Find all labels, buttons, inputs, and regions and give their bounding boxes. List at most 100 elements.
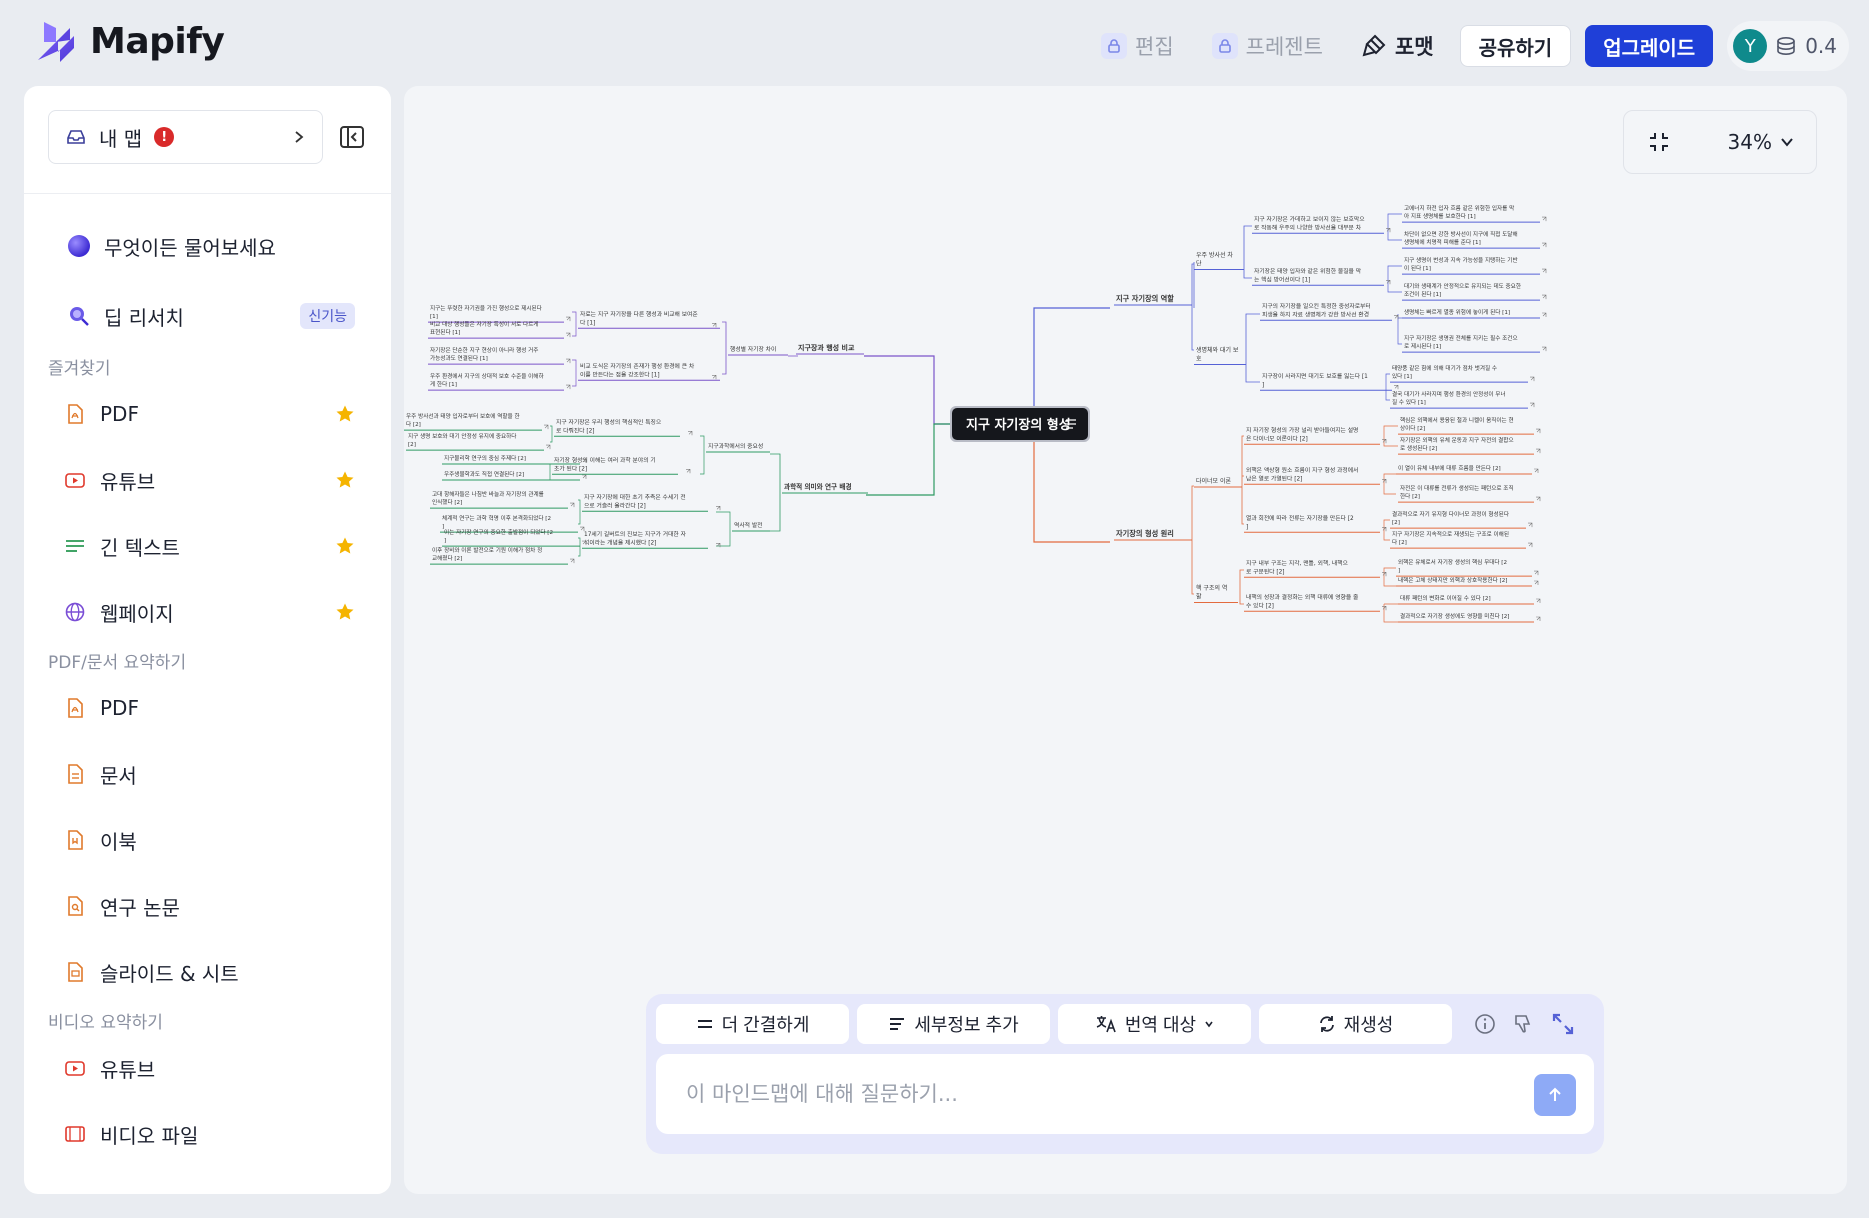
doc-item-pdf[interactable]: PDF <box>24 675 391 741</box>
detail-principles[interactable]: 지 자기장 형성의 가장 널리 받아들여지는 설명은 다이너모 이론이다 [2] <box>1244 426 1380 445</box>
detail-science[interactable]: 지구 자기장은 우리 행성의 핵심적인 특징으로 다뤄진다 [2] <box>554 418 680 437</box>
add-details-button[interactable]: 세부정보 추가 <box>857 1004 1050 1044</box>
leaf-science[interactable]: 이는 자기장 연구의 중요한 출발점이 되었다 [2] <box>442 528 580 547</box>
leaf-principles[interactable]: 핵심은 외핵에서 용융된 철과 니켈이 움직이는 현상이다 [2] <box>1398 416 1534 435</box>
leaf-comparison[interactable]: 지구는 뚜렷한 자기권을 가진 행성으로 제시된다 [1] <box>428 304 564 323</box>
detail-principles[interactable]: 내핵의 성장과 결정화는 외핵 대류에 영향을 줄 수 있다 [2] <box>1244 593 1380 612</box>
external-link-icon[interactable] <box>1528 522 1533 528</box>
external-link-icon[interactable] <box>1534 570 1539 576</box>
detail-roles[interactable]: 지구의 자기장을 일으킨 특정한 중성자로부터 피생을 하지 자료 생명체가 강… <box>1260 302 1392 321</box>
leaf-roles[interactable]: 지구 생명이 번성과 지속 가능성을 지탱하는 기반이 된다 [1] <box>1402 256 1540 275</box>
leaf-principles[interactable]: 결과적으로 자기장 생성에도 영향을 미친다 [2] <box>1398 612 1534 623</box>
leaf-science[interactable]: 고대 항해자들은 나침반 바늘과 자기장의 관계를 인식했다 [2] <box>430 490 568 509</box>
leaf-roles[interactable]: 고에너지 하전 입자 흐름 같은 위험한 입자를 막아 지표 생명체를 보호한다… <box>1402 204 1540 223</box>
account-menu[interactable]: Y 0.4 <box>1727 21 1849 71</box>
external-link-icon[interactable] <box>566 384 571 390</box>
leaf-roles[interactable]: 차단이 없으면 강한 방사선이 지구에 직접 도달해 생명체에 치명적 피해를 … <box>1402 230 1540 249</box>
leaf-roles[interactable]: 결국 대기가 사라지며 행성 환경의 안정성이 무너질 수 있다 [1] <box>1390 390 1528 409</box>
external-link-icon[interactable] <box>686 469 691 474</box>
branch-roles[interactable]: 지구 자기장의 역할 <box>1114 294 1192 306</box>
doc-item-slides-sheets[interactable]: 슬라이드 & 시트 <box>24 939 391 1005</box>
external-link-icon[interactable] <box>1534 580 1539 585</box>
leaf-principles[interactable]: 내핵은 고체 상태지만 외핵과 상호작용한다 [2] <box>1396 576 1532 587</box>
favorite-item-webpage[interactable]: 웹페이지 <box>24 579 391 645</box>
leaf-comparison[interactable]: 자기장은 단순한 지구 현상이 아니라 행성 거주 가능성과도 연결된다 [1] <box>428 346 564 365</box>
leaf-roles[interactable]: 지구 자기장은 생명권 전체를 지키는 필수 조건으로 제시된다 [1] <box>1402 334 1540 353</box>
detail-science[interactable]: 17세기 길버트의 진보는 지구가 거대한 자석이라는 개념을 제시했다 [2] <box>582 530 708 549</box>
present-button[interactable]: 프레젠트 <box>1200 25 1335 67</box>
external-link-icon[interactable] <box>1394 385 1399 390</box>
thumbs-down-icon[interactable] <box>1512 1013 1534 1035</box>
concise-button[interactable]: 더 간결하게 <box>656 1004 849 1044</box>
external-link-icon[interactable] <box>582 474 587 479</box>
video-item-youtube[interactable]: 유튜브 <box>24 1035 391 1101</box>
video-item-file[interactable]: 비디오 파일 <box>24 1101 391 1167</box>
star-icon[interactable] <box>335 536 355 556</box>
leaf-principles[interactable]: 결과적으로 자기 유지형 다이너모 과정이 형성된다 [2] <box>1390 510 1526 529</box>
send-button[interactable] <box>1534 1074 1576 1116</box>
external-link-icon[interactable] <box>1542 216 1547 222</box>
external-link-icon[interactable] <box>546 444 551 450</box>
mindmap-root-node[interactable]: 지구 자기장의 형성 <box>950 406 1090 442</box>
detail-science[interactable]: 지구 자기장에 대한 초기 추측은 수세기 전으로 거슬러 올라간다 [2] <box>582 493 708 512</box>
sub-dynamo[interactable]: 다이너모 이론 <box>1194 477 1242 488</box>
doc-item-ebook[interactable]: 이북 <box>24 807 391 873</box>
leaf-principles[interactable]: 외핵은 유체로서 자기장 생성의 핵심 무대다 [2] <box>1396 558 1532 577</box>
external-link-icon[interactable] <box>1542 242 1547 248</box>
leaf-roles[interactable]: 태양풍 같은 힘에 의해 대기가 점차 벗겨질 수 있다 [1] <box>1390 364 1528 383</box>
doc-item-research-paper[interactable]: 연구 논문 <box>24 873 391 939</box>
star-icon[interactable] <box>335 404 355 424</box>
external-link-icon[interactable] <box>566 316 571 322</box>
detail-principles[interactable]: 외핵은 액상형 원소 흐름이 지구 형성 과정에서 남은 열로 가열된다 [2] <box>1244 466 1380 485</box>
star-icon[interactable] <box>335 602 355 622</box>
deep-research-item[interactable]: 딥 리서치 신기능 <box>24 281 391 351</box>
external-link-icon[interactable] <box>688 431 693 436</box>
external-link-icon[interactable] <box>544 424 549 430</box>
branch-comparison[interactable]: 지구장과 행성 비교 <box>796 343 864 355</box>
external-link-icon[interactable] <box>716 506 721 511</box>
external-link-icon[interactable] <box>1536 496 1541 502</box>
chat-question-input[interactable] <box>686 1082 1486 1106</box>
external-link-icon[interactable] <box>570 502 575 508</box>
collapse-sidebar-icon[interactable] <box>338 123 366 151</box>
sub-planet-diff[interactable]: 행성별 자기장 차이 <box>728 345 788 356</box>
branch-principles[interactable]: 자기장의 형성 원리 <box>1114 529 1192 541</box>
sub-core-role[interactable]: 핵 구조의 역할 <box>1194 584 1238 603</box>
external-link-icon[interactable] <box>1542 346 1547 352</box>
external-link-icon[interactable] <box>1530 376 1535 382</box>
external-link-icon[interactable] <box>1536 448 1541 454</box>
external-link-icon[interactable] <box>1536 598 1541 603</box>
external-link-icon[interactable] <box>712 375 717 380</box>
sub-life-protect[interactable]: 생명체와 대기 보호 <box>1194 346 1246 365</box>
format-button[interactable]: 포맷 <box>1349 25 1446 67</box>
leaf-roles[interactable]: 대기와 생태계가 안정적으로 유지되는 데도 중요한 조건이 된다 [1] <box>1402 282 1540 301</box>
external-link-icon[interactable] <box>566 332 571 338</box>
upgrade-button[interactable]: 업그레이드 <box>1585 25 1714 67</box>
leaf-principles[interactable]: 이 열이 유체 내부에 대류 흐름을 만든다 [2] <box>1396 464 1532 475</box>
doc-item-document[interactable]: 문서 <box>24 741 391 807</box>
expand-icon[interactable] <box>1550 1011 1576 1037</box>
external-link-icon[interactable] <box>580 526 585 532</box>
external-link-icon[interactable] <box>566 358 571 364</box>
detail-principles[interactable]: 지구 내부 구조는 지각, 맨틀, 외핵, 내핵으로 구분된다 [2] <box>1244 559 1380 578</box>
leaf-principles[interactable]: 자전은 이 대류를 전류가 생성되는 패턴으로 조직한다 [2] <box>1398 484 1534 503</box>
sub-geo-importance[interactable]: 지구과학에서의 중요성 <box>706 442 770 453</box>
external-link-icon[interactable] <box>1542 268 1547 274</box>
star-icon[interactable] <box>335 470 355 490</box>
external-link-icon[interactable] <box>1530 402 1535 408</box>
share-button[interactable]: 공유하기 <box>1459 25 1572 67</box>
external-link-icon[interactable] <box>1542 294 1547 300</box>
branch-science[interactable]: 과학적 의미와 연구 배경 <box>782 482 868 494</box>
app-logo[interactable]: Mapify <box>34 18 225 64</box>
external-link-icon[interactable] <box>1542 312 1547 317</box>
external-link-icon[interactable] <box>1536 428 1541 434</box>
mindmap[interactable]: 지구 자기장의 형성지구 자기장의 역할우주 방사선 차단생명체와 대기 보호지… <box>404 86 1847 966</box>
favorite-item-youtube[interactable]: 유튜브 <box>24 447 391 513</box>
external-link-icon[interactable] <box>1394 315 1399 320</box>
sub-cosmic-shield[interactable]: 우주 방사선 차단 <box>1194 251 1244 270</box>
detail-roles[interactable]: 지구장이 사라지면 대기도 보호를 잃는다 [1] <box>1260 372 1392 391</box>
leaf-comparison[interactable]: 우주 환경에서 지구의 상대적 보호 수준을 이해하게 한다 [1] <box>428 372 564 391</box>
translate-button[interactable]: 번역 대상 <box>1058 1004 1251 1044</box>
leaf-roles[interactable]: 생명체는 빠르게 멸종 위험에 놓이게 된다 [1] <box>1402 308 1540 319</box>
leaf-science[interactable]: 우주 방사선과 태양 입자로부터 보호에 역할을 한다 [2] <box>404 412 542 431</box>
